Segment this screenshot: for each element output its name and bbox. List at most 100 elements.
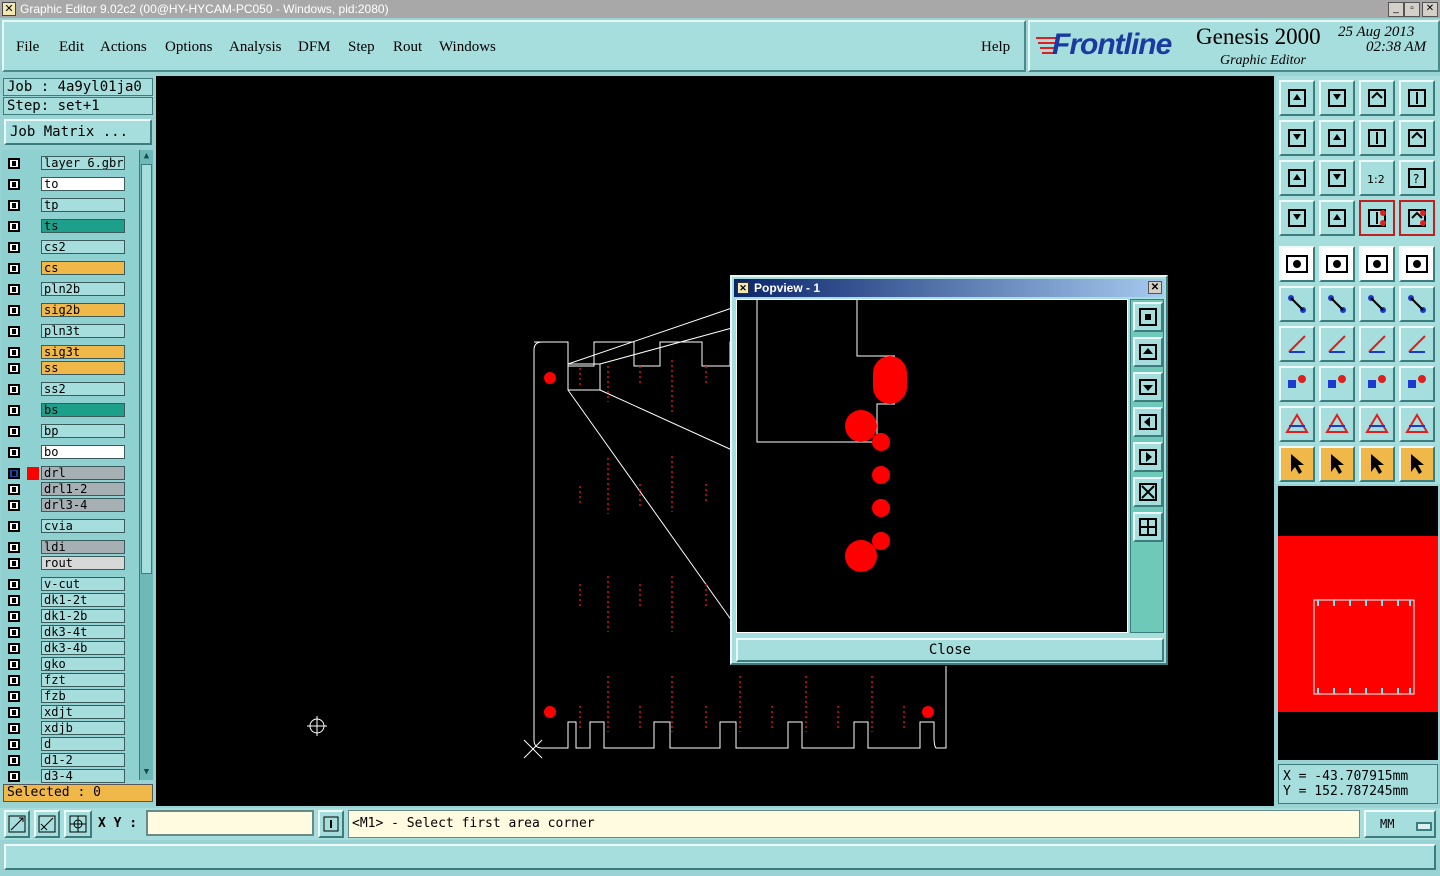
menu-dfm[interactable]: DFM [298, 39, 331, 56]
layer-name[interactable]: drl3-4 [41, 498, 125, 512]
layer-name[interactable]: gko [41, 657, 125, 671]
layer-checkbox[interactable] [8, 347, 20, 358]
zoom-fit-button[interactable] [1319, 160, 1355, 196]
layer-row-xdjt[interactable]: xdjt [2, 705, 152, 720]
popview-pan-left-button[interactable] [1133, 407, 1163, 437]
layer-name[interactable]: drl1-2 [41, 482, 125, 496]
popview-pan-right-button[interactable] [1133, 442, 1163, 472]
select-cursor-button[interactable] [1319, 446, 1355, 482]
layer-name[interactable]: drl [41, 466, 125, 480]
layer-checkbox[interactable] [8, 643, 20, 654]
popview-zoom-fit-button[interactable] [1133, 302, 1163, 332]
save-job-button[interactable] [1319, 80, 1355, 116]
layer-row-ldi[interactable]: ldi [2, 540, 152, 555]
triangle-line-button[interactable] [1319, 406, 1355, 442]
layer-name[interactable]: bp [41, 424, 125, 438]
pan-left-button[interactable] [1279, 120, 1315, 156]
layer-name[interactable]: dk1-2b [41, 609, 125, 623]
menu-rout[interactable]: Rout [393, 39, 422, 56]
layer-name[interactable]: d [41, 737, 125, 751]
triangle-select-button[interactable] [1279, 406, 1315, 442]
layer-row-bs[interactable]: bs [2, 403, 152, 418]
layer-row-ss[interactable]: ss [2, 361, 152, 376]
layer-row-fzb[interactable]: fzb [2, 689, 152, 704]
popview-close-icon[interactable]: ✕ [1148, 281, 1162, 294]
layer-checkbox[interactable] [8, 468, 20, 479]
layer-row-xdjb[interactable]: xdjb [2, 721, 152, 736]
layer-checkbox[interactable] [8, 305, 20, 316]
layer-checkbox[interactable] [8, 263, 20, 274]
scroll-thumb[interactable] [141, 164, 152, 574]
layer-row-cs2[interactable]: cs2 [2, 240, 152, 255]
menu-analysis[interactable]: Analysis [229, 39, 282, 56]
layer-checkbox[interactable] [8, 363, 20, 374]
snapshot-button[interactable] [1399, 80, 1435, 116]
delete-feature-button[interactable] [1319, 286, 1355, 322]
popview-close-button[interactable]: Close [736, 638, 1164, 662]
layer-name[interactable]: dk1-2t [41, 593, 125, 607]
layer-row-sig2b[interactable]: sig2b [2, 303, 152, 318]
layer-name[interactable]: xdjt [41, 705, 125, 719]
menu-edit[interactable]: Edit [59, 39, 84, 56]
menu-actions[interactable]: Actions [100, 39, 147, 56]
layer-checkbox[interactable] [8, 284, 20, 295]
menu-help[interactable]: Help [981, 39, 1010, 56]
layer-name[interactable]: to [41, 177, 125, 191]
layer-checkbox[interactable] [8, 558, 20, 569]
line-button[interactable] [1319, 326, 1355, 362]
layer-name[interactable]: v-cut [41, 577, 125, 591]
layer-row-v-cut[interactable]: v-cut [2, 577, 152, 592]
layer-row-ss2[interactable]: ss2 [2, 382, 152, 397]
layer-checkbox[interactable] [8, 627, 20, 638]
zoom-ratio-button[interactable]: 1:2 [1359, 160, 1395, 196]
layer-checkbox[interactable] [8, 426, 20, 437]
settings-button[interactable] [1279, 200, 1315, 236]
help-button[interactable]: ? [1399, 160, 1435, 196]
menu-file[interactable]: File [16, 39, 39, 56]
layer-row-layer-6-gbr[interactable]: layer_6.gbr [2, 156, 152, 171]
layer-checkbox[interactable] [8, 611, 20, 622]
layer-row-dk1-2t[interactable]: dk1-2t [2, 593, 152, 608]
close-window-button[interactable]: ✕ [1422, 2, 1438, 17]
layer-name[interactable]: tp [41, 198, 125, 212]
layer-row-pln3t[interactable]: pln3t [2, 324, 152, 339]
home-button[interactable] [1359, 80, 1395, 116]
info-button[interactable] [318, 810, 344, 838]
layer-checkbox[interactable] [8, 326, 20, 337]
layer-row-pln2b[interactable]: pln2b [2, 282, 152, 297]
layer-row-ts[interactable]: ts [2, 219, 152, 234]
split-line-button[interactable] [1319, 366, 1355, 402]
popview-zoom-out-button[interactable] [1133, 512, 1163, 542]
layer-row-bp[interactable]: bp [2, 424, 152, 439]
arc-button[interactable] [1359, 326, 1395, 362]
move-pad-button[interactable] [1359, 286, 1395, 322]
layer-row-d3-4[interactable]: d3-4 [2, 769, 152, 784]
layer-name[interactable]: layer_6.gbr [41, 156, 125, 170]
layer-checkbox[interactable] [8, 675, 20, 686]
layer-name[interactable]: ts [41, 219, 125, 233]
layer-row-dk1-2b[interactable]: dk1-2b [2, 609, 152, 624]
copy-feature-button[interactable] [1399, 366, 1435, 402]
zoom-home-button[interactable] [1279, 160, 1315, 196]
minimize-button[interactable]: _ [1388, 2, 1404, 17]
select-arrow-button[interactable] [1279, 446, 1315, 482]
layer-checkbox[interactable] [8, 521, 20, 532]
layer-row-fzt[interactable]: fzt [2, 673, 152, 688]
layer-row-rout[interactable]: rout [2, 556, 152, 571]
popview-pan-up-button[interactable] [1133, 337, 1163, 367]
layer-name[interactable]: cvia [41, 519, 125, 533]
layer-row-d1-2[interactable]: d1-2 [2, 753, 152, 768]
layer-checkbox[interactable] [8, 771, 20, 782]
layer-name[interactable]: fzt [41, 673, 125, 687]
transform-button[interactable] [1279, 366, 1315, 402]
layer-checkbox[interactable] [8, 595, 20, 606]
layer-name[interactable]: sig2b [41, 303, 125, 317]
units-select[interactable]: MM [1364, 810, 1436, 838]
layer-row-cvia[interactable]: cvia [2, 519, 152, 534]
layer-row-drl[interactable]: drl [2, 466, 152, 481]
measure-mode-button[interactable] [34, 810, 60, 838]
triangle-arc-button[interactable] [1359, 406, 1395, 442]
layer-row-bo[interactable]: bo [2, 445, 152, 460]
scroll-up-icon[interactable]: ▲ [140, 150, 153, 162]
grid-view-button[interactable] [1319, 200, 1355, 236]
